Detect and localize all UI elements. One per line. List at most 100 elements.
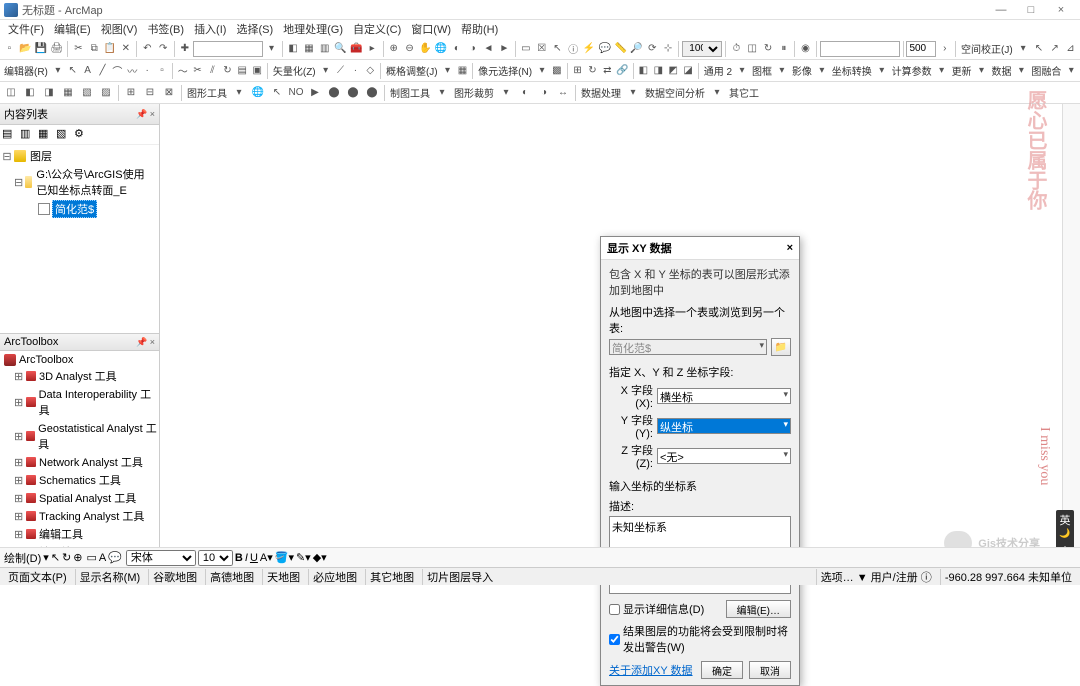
paste-icon[interactable]: 📋 [103, 40, 118, 58]
tb3-data[interactable]: 数据 [989, 63, 1013, 78]
redo-icon[interactable]: ↷ [156, 40, 171, 58]
vectorization-menu[interactable]: 矢量化(Z) [271, 63, 318, 78]
marker-color-icon[interactable]: ◆▾ [313, 551, 327, 564]
misc-1-icon[interactable]: ◧ [636, 62, 650, 80]
ex-c-icon[interactable]: NO [287, 84, 305, 102]
sketch-props-icon[interactable]: ▣ [250, 62, 264, 80]
tb3-merge-dd[interactable]: ▾ [1064, 62, 1078, 80]
show-details-checkbox[interactable] [609, 604, 620, 615]
toolbox-item-label[interactable]: Schematics 工具 [39, 472, 121, 488]
status-right[interactable]: 选项… ▼ 用户/注册 ⓘ [816, 569, 936, 585]
ex-5-icon[interactable]: ▧ [78, 84, 96, 102]
point-icon[interactable]: · [140, 62, 154, 80]
ex-d-icon[interactable]: ▶ [306, 84, 324, 102]
toolbox-item-label[interactable]: Data Interoperability 工具 [39, 386, 157, 418]
text-icon[interactable]: A [99, 552, 106, 564]
ex-7-icon[interactable]: ⊞ [122, 84, 140, 102]
ex-g-icon[interactable]: ⬤ [363, 84, 381, 102]
tb3-frame-dd[interactable]: ▾ [775, 62, 789, 80]
toc-pin-icon[interactable]: 📌 × [136, 109, 155, 120]
measure-icon[interactable]: 📏 [613, 40, 628, 58]
tb4-spatial-dd[interactable]: ▾ [708, 84, 726, 102]
refresh-icon[interactable]: ↻ [761, 40, 776, 58]
tb3-coord[interactable]: 坐标转换 [830, 63, 874, 78]
status-seg-2[interactable]: 谷歌地图 [148, 569, 201, 585]
tb3-coord-dd[interactable]: ▾ [875, 62, 889, 80]
toc-layer-label[interactable]: 简化范$ [52, 200, 97, 218]
tb4-carto[interactable]: 制图工具 [388, 85, 432, 100]
menu-bookmarks[interactable]: 书签(B) [143, 20, 188, 38]
georef-flip-icon[interactable]: ⇄ [600, 62, 614, 80]
tb3-update[interactable]: 更新 [950, 63, 974, 78]
open-icon[interactable]: 📂 [18, 40, 33, 58]
zoom-to-selected-icon[interactable]: ⊕ [73, 551, 82, 564]
right-dock-strip[interactable] [1062, 104, 1080, 571]
edit-annotation-icon[interactable]: A [81, 62, 95, 80]
grid-adjust-menu[interactable]: 概格调整(J) [384, 63, 440, 78]
cell-select-menu[interactable]: 像元选择(N) [476, 63, 534, 78]
grid-icon[interactable]: ▦ [456, 62, 470, 80]
ex-f-icon[interactable]: ⬤ [344, 84, 362, 102]
go-icon[interactable]: › [937, 40, 952, 58]
x-field-select[interactable]: 横坐标 [657, 388, 791, 404]
editor-dropdown-icon[interactable]: ▾ [51, 62, 65, 80]
tb4-clip[interactable]: 图形裁剪 [452, 85, 496, 100]
cell-icon[interactable]: ▩ [550, 62, 564, 80]
status-seg-7[interactable]: 切片图层导入 [422, 569, 497, 585]
reshape-icon[interactable]: 〜 [176, 62, 190, 80]
html-popup-icon[interactable]: 💬 [597, 40, 612, 58]
vec-point-icon[interactable]: · [348, 62, 362, 80]
draw-dropdown-icon[interactable]: ▾ [43, 551, 49, 564]
create-viewer-icon[interactable]: ◫ [745, 40, 760, 58]
georef-rotate-icon[interactable]: ↻ [585, 62, 599, 80]
cancel-button[interactable]: 取消 [749, 661, 791, 679]
browse-button[interactable]: 📁 [771, 338, 791, 356]
list-by-visibility-icon[interactable]: ▦ [38, 127, 54, 143]
ex-4-icon[interactable]: ▦ [59, 84, 77, 102]
clear-selection-icon[interactable]: ☒ [534, 40, 549, 58]
list-by-selection-icon[interactable]: ▧ [56, 127, 72, 143]
dialog-close-button[interactable]: × [787, 242, 793, 254]
minimize-button[interactable]: — [986, 1, 1016, 19]
tb3-general[interactable]: 通用 2 [702, 63, 734, 78]
edit-tool-icon[interactable]: ↖ [66, 62, 80, 80]
underline-icon[interactable]: U [250, 552, 258, 564]
cell-dropdown-icon[interactable]: ▾ [535, 62, 549, 80]
straight-segment-icon[interactable]: ╱ [96, 62, 110, 80]
copy-icon[interactable]: ⧉ [87, 40, 102, 58]
close-button[interactable]: × [1046, 1, 1076, 19]
add-data-icon[interactable]: ✚ [177, 40, 192, 58]
spatial-adjust-label[interactable]: 空间校正(J) [959, 41, 1015, 56]
list-by-drawing-icon[interactable]: ▤ [2, 127, 18, 143]
menu-selection[interactable]: 选择(S) [232, 20, 277, 38]
edit-cs-button[interactable]: 编辑(E)… [726, 600, 791, 618]
ex-6-icon[interactable]: ▨ [97, 84, 115, 102]
edit-vertices-icon[interactable]: ▫ [155, 62, 169, 80]
tb3-update-dd[interactable]: ▾ [975, 62, 989, 80]
select-features-icon[interactable]: ▭ [519, 40, 534, 58]
options-icon[interactable]: ⚙ [74, 127, 90, 143]
toolbox-item-label[interactable]: Spatial Analyst 工具 [39, 490, 136, 506]
editor-toolbar-icon[interactable]: ◧ [286, 40, 301, 58]
georef-link-icon[interactable]: 🔗 [615, 62, 629, 80]
rotate-element-icon[interactable]: ↻ [62, 551, 71, 564]
vec-dropdown-icon[interactable]: ▾ [319, 62, 333, 80]
print-icon[interactable]: 🖨 [49, 40, 64, 58]
back-extent-icon[interactable]: ◄ [481, 40, 496, 58]
menu-insert[interactable]: 插入(I) [190, 20, 230, 38]
ex-2-icon[interactable]: ◧ [21, 84, 39, 102]
fixed-zoom-out-icon[interactable]: ◑ [465, 40, 480, 58]
tb4-other[interactable]: 其它工 [727, 85, 761, 100]
status-seg-3[interactable]: 高德地图 [205, 569, 258, 585]
scale-input[interactable] [193, 41, 263, 57]
status-seg-0[interactable]: 页面文本(P) [4, 569, 71, 585]
expand-icon[interactable]: ⊞ [14, 474, 23, 487]
full-extent-icon[interactable]: 🌐 [434, 40, 449, 58]
bold-icon[interactable]: B [235, 552, 243, 564]
misc-3-icon[interactable]: ◩ [666, 62, 680, 80]
fwd-extent-icon[interactable]: ► [497, 40, 512, 58]
tb3-calc[interactable]: 计算参数 [890, 63, 934, 78]
toolbox-root-label[interactable]: ArcToolbox [19, 354, 73, 366]
ex-8-icon[interactable]: ⊟ [141, 84, 159, 102]
font-color-icon[interactable]: A▾ [260, 551, 273, 564]
